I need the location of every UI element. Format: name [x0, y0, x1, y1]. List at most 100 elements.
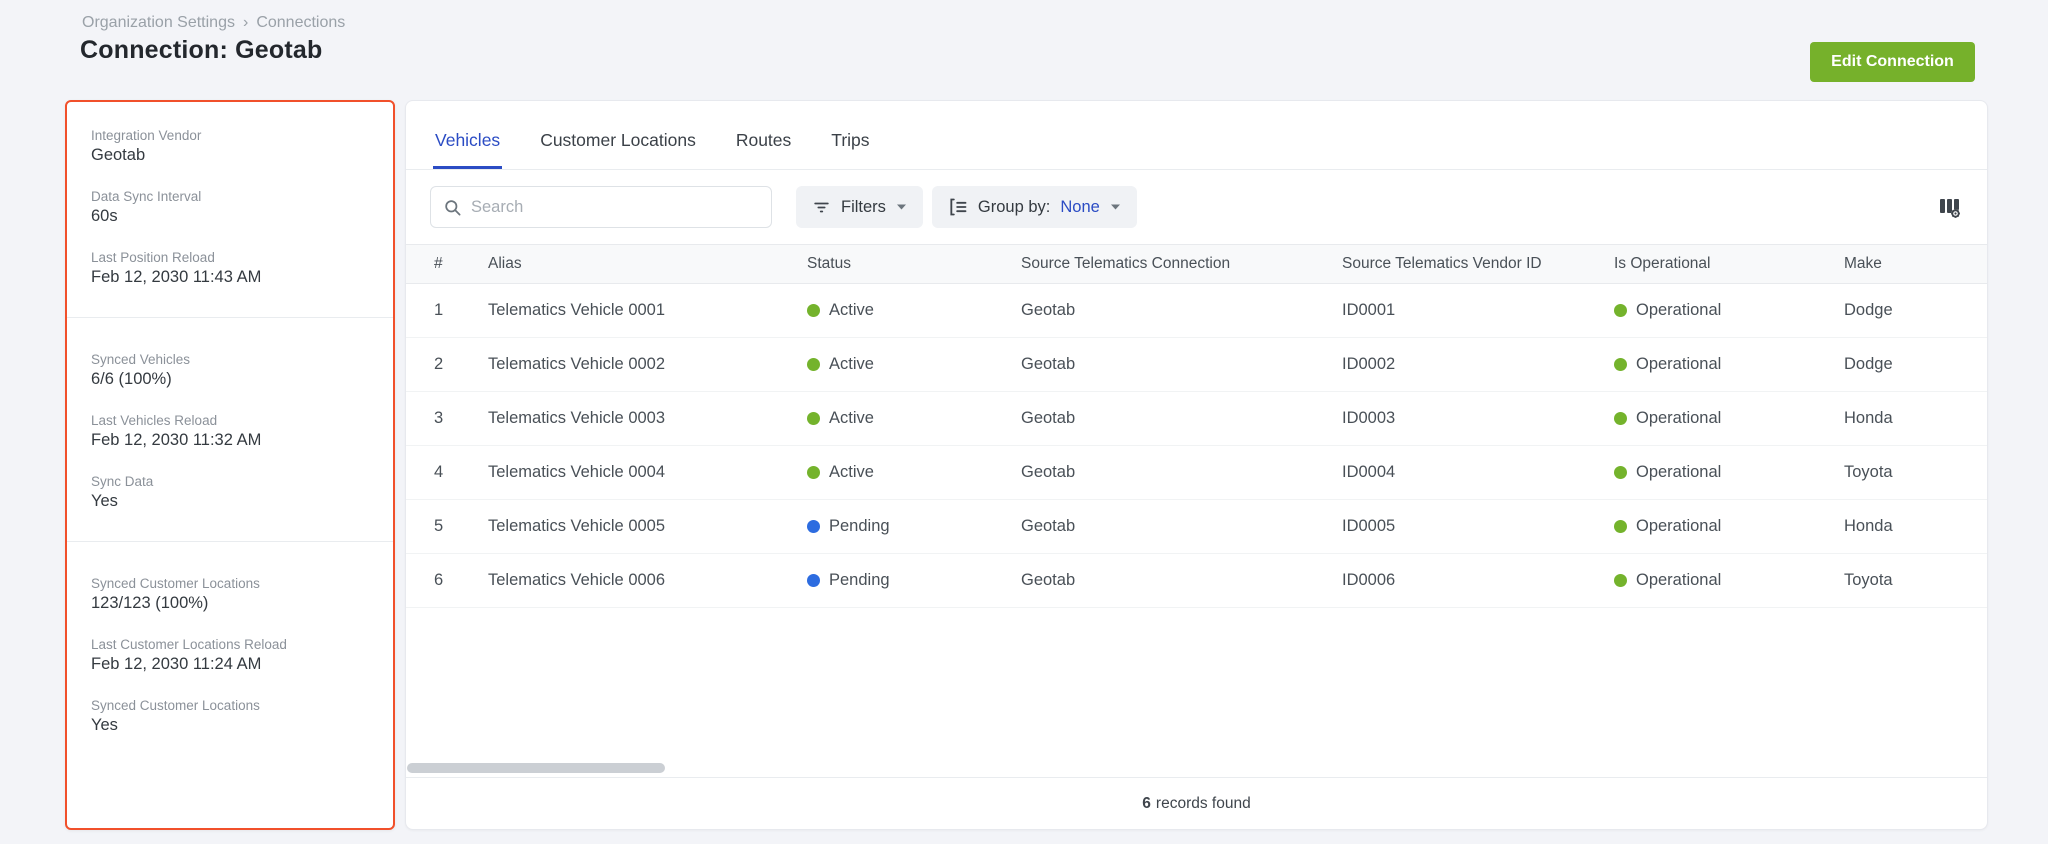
cell-is-operational: Operational — [1614, 355, 1844, 374]
column-header-number[interactable]: # — [434, 255, 488, 273]
tab-bar: Vehicles Customer Locations Routes Trips — [406, 101, 1987, 170]
column-header-make[interactable]: Make — [1844, 255, 1987, 273]
field-value: Yes — [91, 492, 118, 510]
table-row[interactable]: 1 Telematics Vehicle 0001 Active Geotab … — [406, 284, 1987, 338]
column-header-alias[interactable]: Alias — [488, 255, 807, 273]
field-value: Feb 12, 2030 11:43 AM — [91, 268, 262, 286]
cell-alias: Telematics Vehicle 0002 — [488, 355, 666, 373]
filter-icon — [814, 202, 829, 212]
filters-button[interactable]: Filters — [796, 186, 923, 228]
cell-number: 4 — [434, 463, 444, 481]
cell-is-operational: Operational — [1614, 517, 1844, 536]
cell-vendor-id: ID0005 — [1342, 517, 1396, 535]
tab-vehicles[interactable]: Vehicles — [433, 130, 503, 169]
column-settings-button[interactable] — [1936, 194, 1963, 221]
cell-make: Toyota — [1844, 571, 1893, 589]
cell-status: Active — [807, 355, 1021, 374]
column-header-is-operational[interactable]: Is Operational — [1614, 255, 1844, 273]
summary-section-customer-locations: Synced Customer Locations 123/123 (100%)… — [67, 541, 393, 828]
field-label: Synced Vehicles — [91, 352, 191, 367]
field-sync-data: Sync Data Yes — [91, 474, 373, 511]
field-integration-vendor: Integration Vendor Geotab — [91, 128, 373, 165]
status-label: Active — [829, 355, 874, 373]
records-count-label: records found — [1155, 794, 1251, 812]
field-value: Yes — [91, 716, 118, 734]
field-label: Synced Customer Locations — [91, 698, 260, 713]
cell-status: Pending — [807, 571, 1021, 590]
field-value: Feb 12, 2030 11:32 AM — [91, 431, 262, 449]
field-data-sync-interval: Data Sync Interval 60s — [91, 189, 373, 226]
operational-label: Operational — [1636, 571, 1722, 589]
edit-connection-button[interactable]: Edit Connection — [1810, 42, 1975, 82]
tab-trips[interactable]: Trips — [829, 130, 871, 169]
tab-customer-locations[interactable]: Customer Locations — [538, 130, 698, 169]
breadcrumb: Organization Settings › Connections — [82, 14, 345, 32]
chevron-down-icon — [1110, 204, 1120, 210]
cell-number: 3 — [434, 409, 444, 427]
cell-number: 1 — [434, 301, 444, 319]
cell-make: Dodge — [1844, 355, 1893, 373]
search-box[interactable] — [430, 186, 772, 228]
cell-is-operational: Operational — [1614, 571, 1844, 590]
breadcrumb-link-organization-settings[interactable]: Organization Settings — [82, 14, 235, 32]
field-sync-customer-locations: Synced Customer Locations Yes — [91, 698, 373, 735]
field-label: Last Customer Locations Reload — [91, 637, 287, 652]
cell-vendor-id: ID0003 — [1342, 409, 1396, 427]
cell-source-connection: Geotab — [1021, 571, 1076, 589]
cell-make: Honda — [1844, 409, 1893, 427]
operational-dot-icon — [1614, 304, 1627, 317]
search-input[interactable] — [471, 197, 759, 217]
table-toolbar: Filters Group by: None — [406, 170, 1987, 244]
status-dot-icon — [807, 358, 820, 371]
cell-source-connection: Geotab — [1021, 301, 1076, 319]
column-header-status[interactable]: Status — [807, 255, 1021, 273]
table-row[interactable]: 6 Telematics Vehicle 0006 Pending Geotab… — [406, 554, 1987, 608]
operational-dot-icon — [1614, 520, 1627, 533]
tab-routes[interactable]: Routes — [734, 130, 793, 169]
cell-alias: Telematics Vehicle 0005 — [488, 517, 666, 535]
operational-label: Operational — [1636, 517, 1722, 535]
table-row[interactable]: 5 Telematics Vehicle 0005 Pending Geotab… — [406, 500, 1987, 554]
table-row[interactable]: 3 Telematics Vehicle 0003 Active Geotab … — [406, 392, 1987, 446]
table-row[interactable]: 4 Telematics Vehicle 0004 Active Geotab … — [406, 446, 1987, 500]
field-label: Data Sync Interval — [91, 189, 202, 204]
field-value: 123/123 (100%) — [91, 594, 209, 612]
connection-detail-panel: Vehicles Customer Locations Routes Trips… — [405, 100, 1988, 830]
field-label: Last Vehicles Reload — [91, 413, 218, 428]
breadcrumb-separator: › — [242, 14, 249, 31]
cell-status: Active — [807, 409, 1021, 428]
table-header-row: # Alias Status Source Telematics Connect… — [406, 244, 1987, 284]
cell-vendor-id: ID0001 — [1342, 301, 1396, 319]
cell-is-operational: Operational — [1614, 409, 1844, 428]
status-label: Active — [829, 301, 874, 319]
table-body: 1 Telematics Vehicle 0001 Active Geotab … — [406, 284, 1987, 777]
cell-vendor-id: ID0004 — [1342, 463, 1396, 481]
field-synced-customer-locations: Synced Customer Locations 123/123 (100%) — [91, 576, 373, 613]
cell-make: Dodge — [1844, 301, 1893, 319]
column-header-source-telematics-connection[interactable]: Source Telematics Connection — [1021, 255, 1342, 273]
operational-dot-icon — [1614, 466, 1627, 479]
operational-label: Operational — [1636, 409, 1722, 427]
field-label: Last Position Reload — [91, 250, 215, 265]
status-label: Pending — [829, 571, 890, 589]
page-title: Connection: Geotab — [80, 36, 323, 64]
cell-status: Active — [807, 463, 1021, 482]
field-label: Sync Data — [91, 474, 154, 489]
cell-is-operational: Operational — [1614, 463, 1844, 482]
field-last-customer-locations-reload: Last Customer Locations Reload Feb 12, 2… — [91, 637, 373, 674]
cell-source-connection: Geotab — [1021, 355, 1076, 373]
status-dot-icon — [807, 520, 820, 533]
cell-source-connection: Geotab — [1021, 463, 1076, 481]
field-label: Synced Customer Locations — [91, 576, 260, 591]
group-by-button[interactable]: Group by: None — [931, 186, 1137, 228]
field-value: Feb 12, 2030 11:24 AM — [91, 655, 262, 673]
column-header-source-telematics-vendor-id[interactable]: Source Telematics Vendor ID — [1342, 255, 1614, 273]
cell-make: Toyota — [1844, 463, 1893, 481]
horizontal-scrollbar[interactable] — [407, 763, 665, 773]
breadcrumb-link-connections[interactable]: Connections — [256, 14, 345, 32]
table-row[interactable]: 2 Telematics Vehicle 0002 Active Geotab … — [406, 338, 1987, 392]
chevron-down-icon — [896, 204, 906, 210]
status-dot-icon — [807, 412, 820, 425]
field-value: 6/6 (100%) — [91, 370, 172, 388]
cell-vendor-id: ID0002 — [1342, 355, 1396, 373]
